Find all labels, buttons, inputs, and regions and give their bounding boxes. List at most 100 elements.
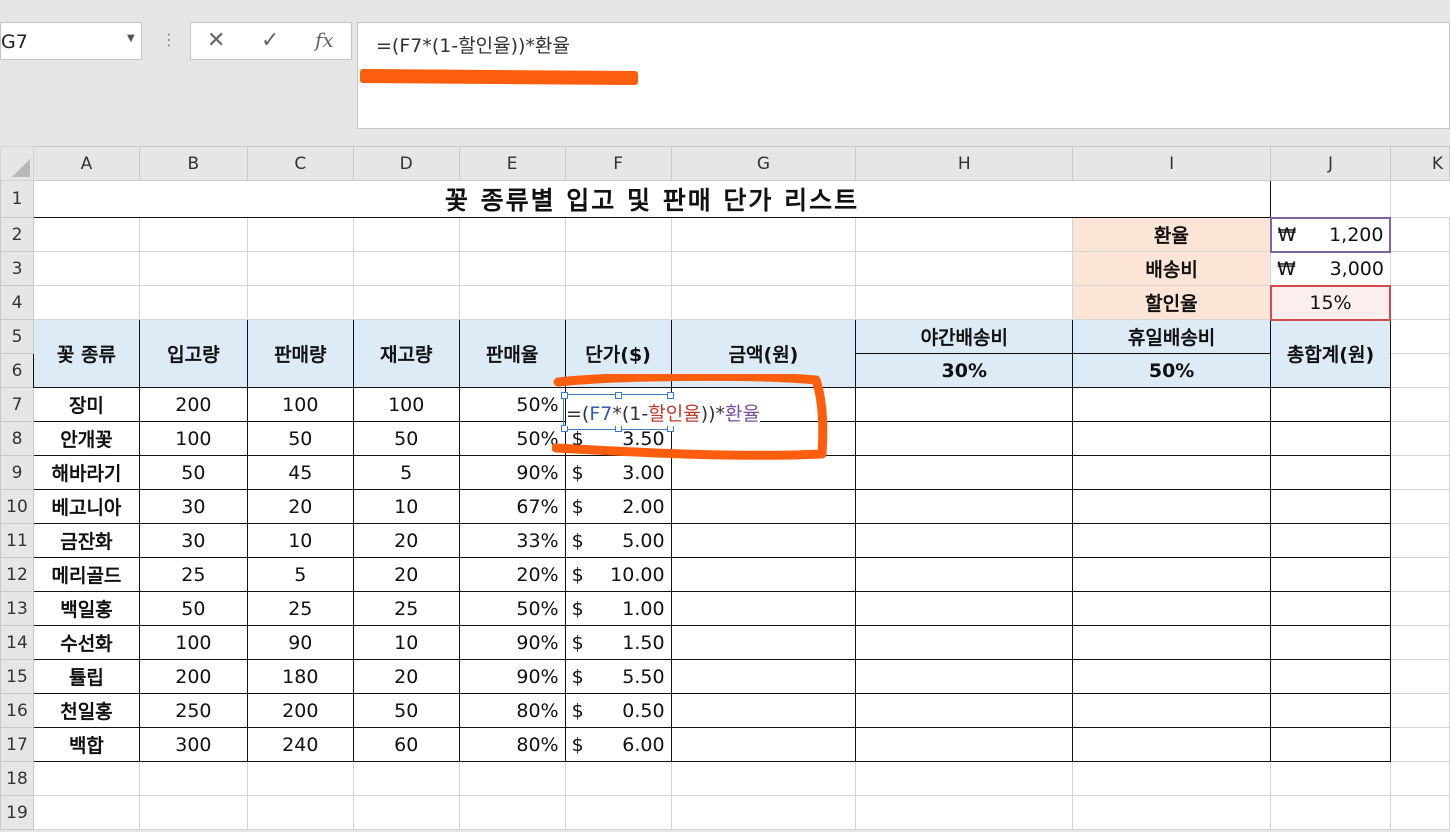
holiday-cell[interactable] [1072, 523, 1272, 558]
flower-name-cell[interactable]: 천일홍 [32, 693, 140, 728]
flower-name-cell[interactable]: 베고니아 [32, 489, 140, 524]
cell[interactable] [246, 251, 354, 286]
row-header[interactable]: 18 [0, 761, 34, 796]
header-holiday[interactable]: 휴일배송비 [1072, 319, 1272, 354]
sold-cell[interactable]: 240 [246, 727, 354, 762]
row-header[interactable]: 5 [0, 319, 34, 354]
header-flower[interactable]: 꽃 종류 [32, 319, 140, 388]
rate-cell[interactable]: 50% [458, 387, 566, 422]
row-header[interactable]: 15 [0, 659, 34, 694]
price-cell[interactable]: $1.00 [564, 591, 672, 626]
cell[interactable] [1270, 180, 1391, 218]
sold-cell[interactable]: 25 [246, 591, 354, 626]
cell[interactable] [1389, 455, 1450, 490]
cell[interactable] [138, 795, 248, 830]
cell[interactable] [32, 217, 140, 252]
night-cell[interactable] [855, 727, 1074, 762]
cell[interactable] [1389, 659, 1450, 694]
holiday-rate-cell[interactable]: 50% [1072, 353, 1272, 388]
price-cell[interactable]: $3.00 [564, 455, 672, 490]
cell[interactable] [670, 285, 857, 320]
cell[interactable] [246, 761, 354, 796]
shipping-label-cell[interactable]: 배송비 [1072, 251, 1272, 286]
total-cell[interactable] [1270, 489, 1391, 524]
holiday-cell[interactable] [1072, 455, 1272, 490]
flower-name-cell[interactable]: 튤립 [32, 659, 140, 694]
cell[interactable] [670, 217, 857, 252]
row-header[interactable]: 14 [0, 625, 34, 660]
price-cell[interactable]: $10.00 [564, 557, 672, 592]
header-sold[interactable]: 판매량 [246, 319, 354, 388]
cell[interactable] [1389, 557, 1450, 592]
row-header[interactable]: 8 [0, 421, 34, 456]
sold-cell[interactable]: 10 [246, 523, 354, 558]
amount-cell[interactable] [670, 455, 857, 490]
cell[interactable] [564, 795, 672, 830]
column-header[interactable]: J [1270, 146, 1391, 181]
row-header[interactable]: 17 [0, 727, 34, 762]
in-qty-cell[interactable]: 200 [138, 387, 248, 422]
sold-cell[interactable]: 50 [246, 421, 354, 456]
header-total[interactable]: 총합계(원) [1270, 319, 1391, 388]
cell[interactable] [1072, 761, 1272, 796]
night-cell[interactable] [855, 523, 1074, 558]
row-header[interactable]: 4 [0, 285, 34, 320]
cell[interactable] [564, 285, 672, 320]
stock-cell[interactable]: 10 [352, 625, 460, 660]
exchange-value-cell[interactable]: ₩1,200 [1269, 216, 1392, 253]
cell[interactable] [564, 217, 672, 252]
row-header[interactable]: 7 [0, 387, 34, 422]
in-qty-cell[interactable]: 200 [138, 659, 248, 694]
cell[interactable] [670, 251, 857, 286]
row-header[interactable]: 11 [0, 523, 34, 558]
cell[interactable] [458, 795, 566, 830]
cell[interactable] [1389, 795, 1450, 830]
cell[interactable] [32, 795, 140, 830]
rate-cell[interactable]: 50% [458, 421, 566, 456]
night-cell[interactable] [855, 693, 1074, 728]
cell[interactable] [564, 761, 672, 796]
cell[interactable] [1389, 591, 1450, 626]
night-rate-cell[interactable]: 30% [855, 353, 1074, 388]
rate-cell[interactable]: 90% [458, 659, 566, 694]
cell[interactable] [1389, 727, 1450, 762]
holiday-cell[interactable] [1072, 387, 1272, 422]
price-cell[interactable]: $5.50 [564, 659, 672, 694]
stock-cell[interactable]: 100 [352, 387, 460, 422]
cell[interactable] [246, 285, 354, 320]
row-header[interactable]: 19 [0, 795, 34, 830]
in-qty-cell[interactable]: 100 [138, 625, 248, 660]
cell[interactable] [1389, 625, 1450, 660]
night-cell[interactable] [855, 387, 1074, 422]
stock-cell[interactable]: 5 [352, 455, 460, 490]
total-cell[interactable] [1270, 557, 1391, 592]
header-rate[interactable]: 판매율 [458, 319, 566, 388]
price-cell[interactable]: $2.00 [564, 489, 672, 524]
in-qty-cell[interactable]: 100 [138, 421, 248, 456]
cell[interactable] [1389, 761, 1450, 796]
amount-cell[interactable] [670, 625, 857, 660]
total-cell[interactable] [1270, 421, 1391, 456]
holiday-cell[interactable] [1072, 421, 1272, 456]
amount-cell[interactable] [670, 727, 857, 762]
stock-cell[interactable]: 20 [352, 659, 460, 694]
night-cell[interactable] [855, 625, 1074, 660]
cell[interactable] [138, 217, 248, 252]
cell[interactable] [1389, 319, 1450, 354]
sold-cell[interactable]: 45 [246, 455, 354, 490]
name-box[interactable]: G7 ▼ [0, 22, 142, 60]
cell[interactable] [138, 285, 248, 320]
header-stock[interactable]: 재고량 [352, 319, 460, 388]
in-qty-cell[interactable]: 25 [138, 557, 248, 592]
cell[interactable] [670, 761, 857, 796]
cell[interactable] [1389, 387, 1450, 422]
rate-cell[interactable]: 80% [458, 727, 566, 762]
cell[interactable] [246, 217, 354, 252]
column-header[interactable]: E [458, 146, 566, 181]
cell[interactable] [458, 251, 566, 286]
holiday-cell[interactable] [1072, 489, 1272, 524]
cell[interactable] [1389, 693, 1450, 728]
row-header[interactable]: 1 [0, 180, 34, 218]
sold-cell[interactable]: 90 [246, 625, 354, 660]
flower-name-cell[interactable]: 금잔화 [32, 523, 140, 558]
